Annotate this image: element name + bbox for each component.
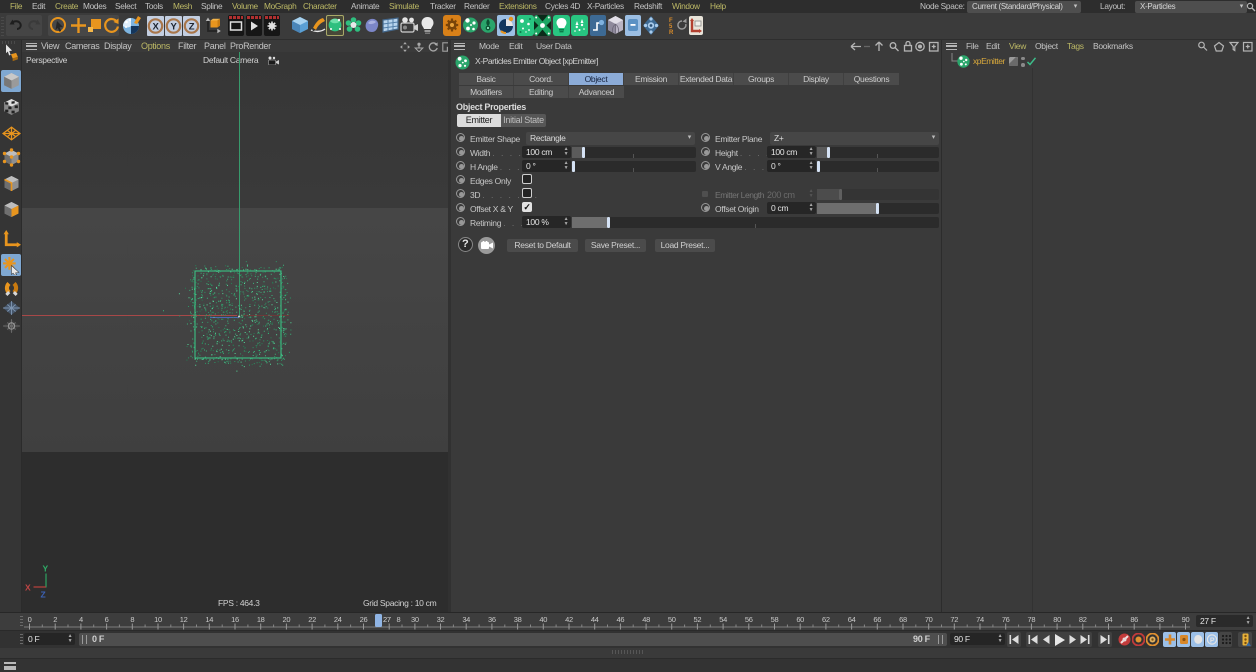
- svg-text:44: 44: [591, 615, 599, 624]
- svg-text:88: 88: [1156, 615, 1164, 624]
- svg-text:2: 2: [53, 615, 57, 624]
- svg-text:P: P: [1210, 637, 1215, 644]
- svg-text:18: 18: [257, 615, 265, 624]
- svg-text:80: 80: [1053, 615, 1061, 624]
- svg-text:16: 16: [231, 615, 239, 624]
- svg-text:48: 48: [642, 615, 650, 624]
- svg-text:8: 8: [130, 615, 134, 624]
- svg-text:54: 54: [719, 615, 727, 624]
- svg-text:56: 56: [745, 615, 753, 624]
- svg-text:86: 86: [1130, 615, 1138, 624]
- svg-text:82: 82: [1079, 615, 1087, 624]
- svg-text:0: 0: [28, 615, 32, 624]
- svg-text:X: X: [25, 583, 31, 593]
- svg-text:38: 38: [514, 615, 522, 624]
- svg-text:62: 62: [822, 615, 830, 624]
- svg-text:52: 52: [694, 615, 702, 624]
- svg-text:24: 24: [334, 615, 342, 624]
- svg-text:Y: Y: [43, 564, 49, 574]
- svg-text:84: 84: [1105, 615, 1113, 624]
- svg-text:30: 30: [411, 615, 419, 624]
- svg-text:Y: Y: [170, 22, 177, 33]
- svg-text:46: 46: [617, 615, 625, 624]
- svg-text:Z: Z: [189, 22, 195, 33]
- svg-text:22: 22: [308, 615, 316, 624]
- svg-text:40: 40: [539, 615, 547, 624]
- svg-text:8: 8: [397, 615, 401, 624]
- svg-text:68: 68: [899, 615, 907, 624]
- svg-text:27: 27: [383, 615, 391, 624]
- svg-text:34: 34: [462, 615, 470, 624]
- svg-text:76: 76: [1002, 615, 1010, 624]
- svg-text:58: 58: [771, 615, 779, 624]
- svg-text:4: 4: [79, 615, 83, 624]
- svg-text:90: 90: [1182, 615, 1190, 624]
- svg-text:20: 20: [283, 615, 291, 624]
- svg-text:10: 10: [154, 615, 162, 624]
- svg-text:Z: Z: [41, 590, 46, 600]
- svg-text:32: 32: [437, 615, 445, 624]
- svg-text:60: 60: [796, 615, 804, 624]
- svg-text:72: 72: [950, 615, 958, 624]
- svg-text:74: 74: [976, 615, 984, 624]
- svg-text:78: 78: [1028, 615, 1036, 624]
- svg-text:70: 70: [925, 615, 933, 624]
- svg-text:42: 42: [565, 615, 573, 624]
- svg-text:R: R: [669, 30, 674, 35]
- svg-text:36: 36: [488, 615, 496, 624]
- svg-text:64: 64: [848, 615, 856, 624]
- svg-text:50: 50: [668, 615, 676, 624]
- svg-text:26: 26: [360, 615, 368, 624]
- svg-text:12: 12: [180, 615, 188, 624]
- svg-text:14: 14: [205, 615, 213, 624]
- svg-text:X: X: [152, 22, 159, 33]
- svg-text:66: 66: [873, 615, 881, 624]
- svg-text:6: 6: [105, 615, 109, 624]
